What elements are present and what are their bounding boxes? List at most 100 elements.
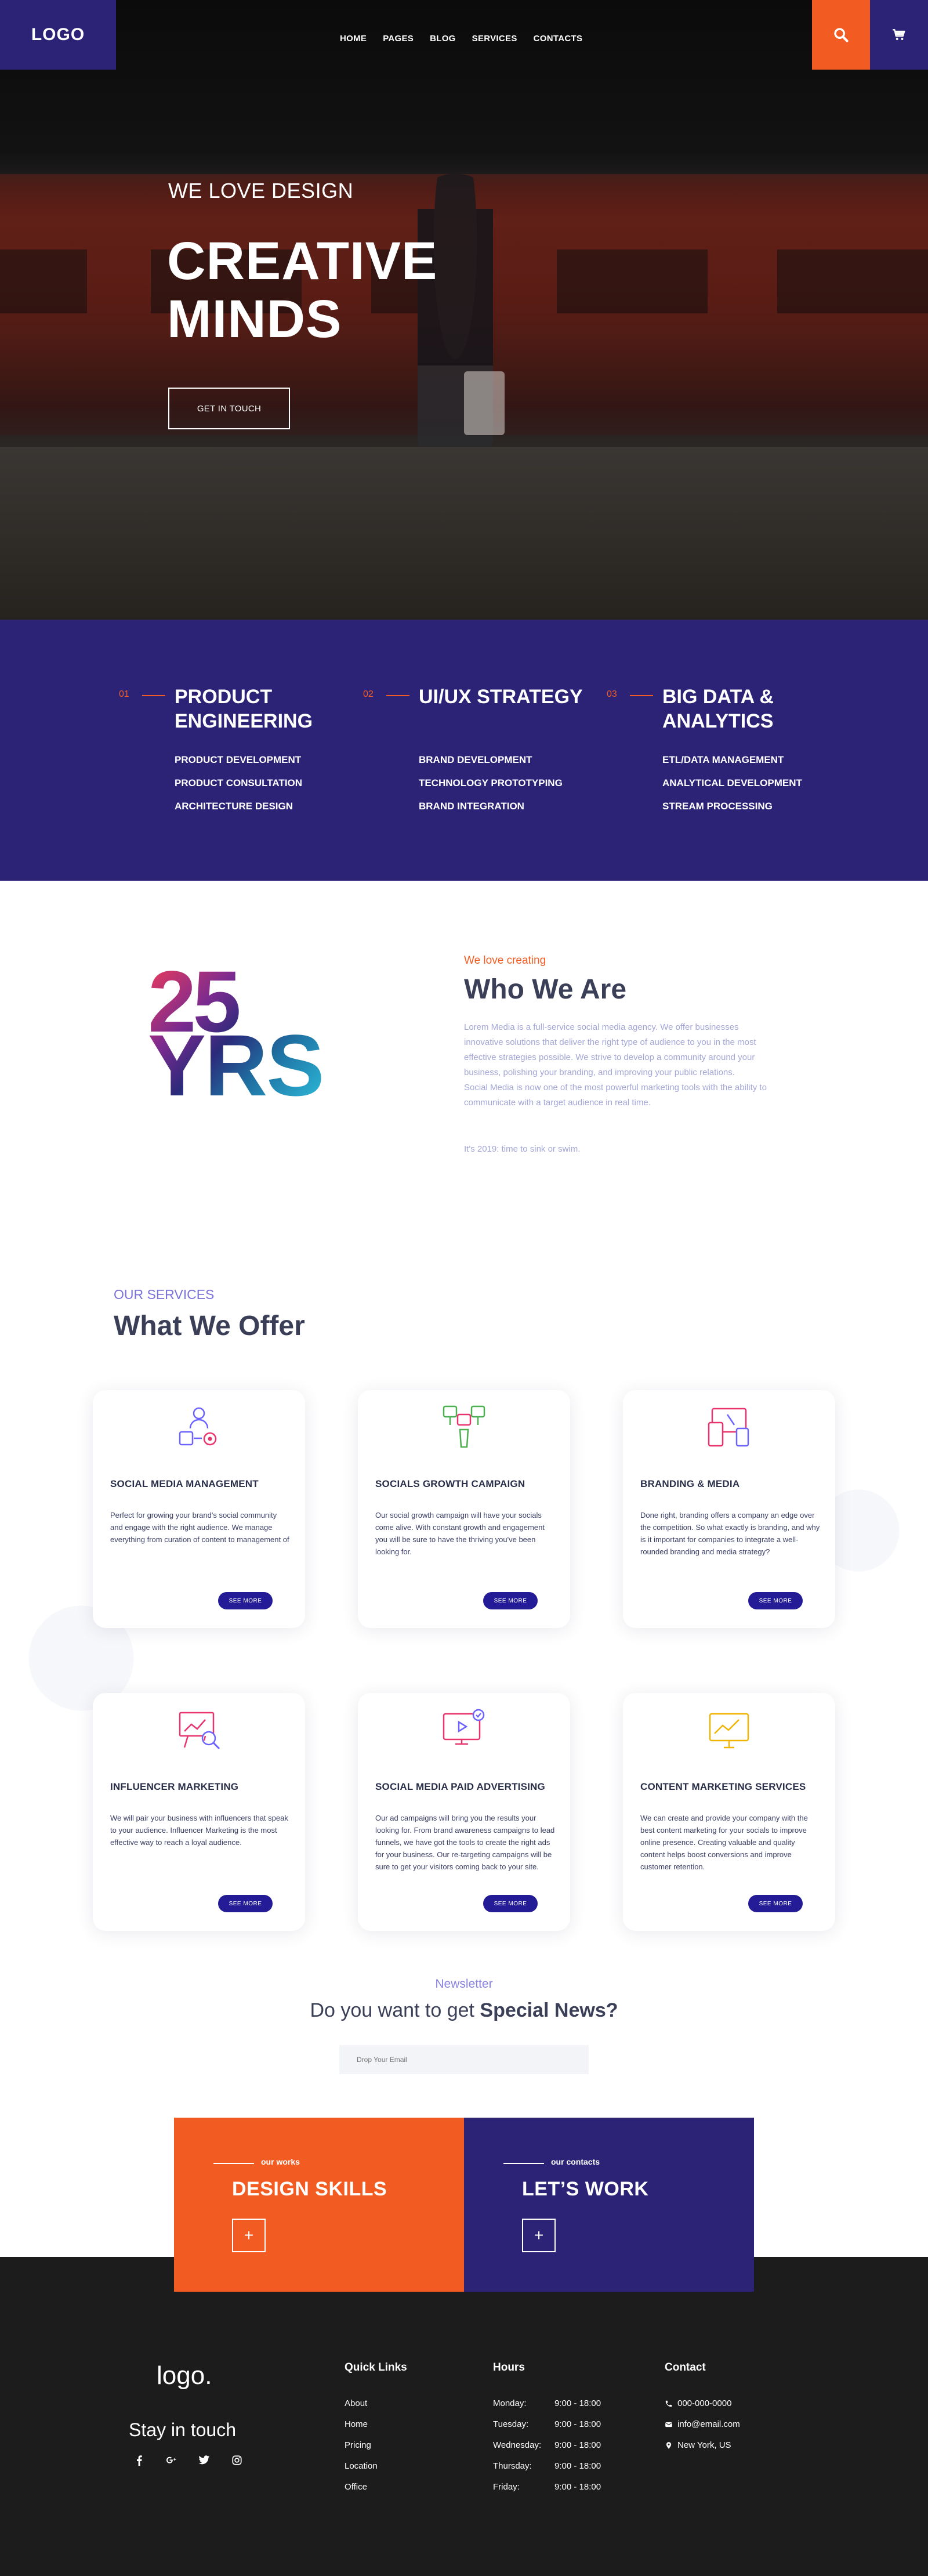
see-more-button[interactable]: SEE MORE: [483, 1592, 538, 1609]
service-card-influencer-marketing: INFLUENCER MARKETING We will pair your b…: [93, 1693, 305, 1931]
cta-lets-work[interactable]: our contacts LET’S WORK +: [464, 2118, 754, 2292]
hours-time: 9:00 - 18:00: [554, 2482, 601, 2492]
feature-list: PRODUCT DEVELOPMENT PRODUCT CONSULTATION…: [175, 748, 302, 818]
service-card-title: SOCIAL MEDIA MANAGEMENT: [110, 1478, 259, 1489]
hours-day: Thursday:: [493, 2461, 532, 2471]
contact-list: 000-000-0000 info@email.com New York, US: [665, 2393, 740, 2456]
services-eyebrow: OUR SERVICES: [114, 1287, 215, 1302]
hours-row: Tuesday: 9:00 - 18:00: [493, 2414, 601, 2435]
contact-email[interactable]: info@email.com: [677, 2414, 740, 2435]
quick-link-item: Home: [345, 2414, 378, 2435]
see-more-button[interactable]: SEE MORE: [748, 1592, 803, 1609]
feature-number: 01: [119, 689, 129, 699]
site-header: LOGO HOME PAGES BLOG SERVICES CONTACTS: [0, 0, 928, 70]
instagram-icon[interactable]: [230, 2455, 244, 2469]
hero-train-window: [777, 249, 928, 313]
nav-blog[interactable]: BLOG: [430, 34, 456, 44]
cta-label: our works: [261, 2157, 300, 2166]
cta-label: our contacts: [551, 2157, 600, 2166]
quick-link-item: Location: [345, 2456, 378, 2477]
about-paragraph: Social Media is now one of the most powe…: [464, 1083, 767, 1108]
contact-phone[interactable]: 000-000-0000: [677, 2393, 731, 2414]
quick-link-location[interactable]: Location: [345, 2461, 378, 2471]
feature-item[interactable]: BRAND INTEGRATION: [419, 795, 563, 818]
get-in-touch-button[interactable]: GET IN TOUCH: [168, 388, 290, 429]
service-card-social-media-management: SOCIAL MEDIA MANAGEMENT Perfect for grow…: [93, 1390, 305, 1628]
cta-divider: [503, 2163, 544, 2164]
stay-in-touch-heading: Stay in touch: [129, 2419, 236, 2440]
feature-item[interactable]: PRODUCT DEVELOPMENT: [175, 748, 302, 772]
quick-link-item: Office: [345, 2477, 378, 2498]
service-card-branding-media: BRANDING & MEDIA Done right, branding of…: [623, 1390, 835, 1628]
nav-services[interactable]: SERVICES: [472, 34, 517, 44]
social-management-icon: [179, 1407, 217, 1446]
hero-tagline: WE LOVE DESIGN: [168, 179, 354, 202]
feature-title: BIG DATA & ANALYTICS: [662, 686, 774, 732]
newsletter-email-input[interactable]: [339, 2045, 589, 2074]
feature-list: BRAND DEVELOPMENT TECHNOLOGY PROTOTYPING…: [419, 748, 563, 818]
feature-item[interactable]: PRODUCT CONSULTATION: [175, 772, 302, 795]
logo-block[interactable]: LOGO: [0, 0, 116, 70]
feature-item[interactable]: ANALYTICAL DEVELOPMENT: [662, 772, 802, 795]
nav-pages[interactable]: PAGES: [383, 34, 414, 44]
hero-title: CREATIVE MINDS: [167, 232, 437, 348]
social-links: [132, 2455, 244, 2469]
newsletter-title-prefix: Do you want to get: [310, 1999, 480, 2021]
footer-logo[interactable]: logo.: [157, 2361, 212, 2390]
contact-phone-row: 000-000-0000: [665, 2393, 740, 2414]
see-more-button[interactable]: SEE MORE: [218, 1592, 273, 1609]
phone-icon: [665, 2400, 672, 2407]
hours-day: Tuesday:: [493, 2419, 529, 2429]
hours-day: Wednesday:: [493, 2440, 542, 2450]
about-tagline: It's 2019: time to sink or swim.: [464, 1144, 581, 1154]
feature-item[interactable]: TECHNOLOGY PROTOTYPING: [419, 772, 563, 795]
hero-title-line1: CREATIVE: [167, 231, 438, 291]
feature-item[interactable]: ETL/DATA MANAGEMENT: [662, 748, 802, 772]
years-label: YRS: [148, 1016, 324, 1114]
cart-button[interactable]: [870, 0, 928, 70]
google-icon[interactable]: [165, 2455, 179, 2469]
service-card-text: We will pair your business with influenc…: [110, 1814, 288, 1847]
nav-contacts[interactable]: CONTACTS: [534, 34, 583, 44]
quick-links-list: About Home Pricing Location Office: [345, 2393, 378, 2498]
feature-item[interactable]: ARCHITECTURE DESIGN: [175, 795, 302, 818]
quick-link-item: About: [345, 2393, 378, 2414]
feature-title: UI/UX STRATEGY: [419, 686, 583, 708]
feature-title: PRODUCT ENGINEERING: [175, 686, 313, 732]
search-icon: [834, 28, 849, 42]
quick-link-about[interactable]: About: [345, 2398, 367, 2408]
plus-icon[interactable]: +: [522, 2219, 556, 2252]
quick-link-office[interactable]: Office: [345, 2482, 367, 2492]
influencer-presentation-icon: [179, 1712, 220, 1750]
hours-time: 9:00 - 18:00: [554, 2440, 601, 2450]
twitter-icon[interactable]: [197, 2455, 211, 2469]
nav-home[interactable]: HOME: [340, 34, 367, 44]
search-button[interactable]: [812, 0, 870, 70]
content-chart-icon: [709, 1713, 749, 1749]
contact-email-row: info@email.com: [665, 2414, 740, 2435]
see-more-button[interactable]: SEE MORE: [483, 1895, 538, 1912]
hero-train-window: [557, 249, 708, 313]
see-more-button[interactable]: SEE MORE: [748, 1895, 803, 1912]
site-footer: logo. Stay in touch Quick Links About Ho…: [0, 2257, 928, 2576]
service-card-text: Perfect for growing your brand's social …: [110, 1511, 289, 1544]
hero-title-line2: MINDS: [167, 290, 342, 349]
plus-icon[interactable]: +: [232, 2219, 266, 2252]
service-card-text: Done right, branding offers a company an…: [640, 1511, 820, 1556]
newsletter-eyebrow: Newsletter: [435, 1977, 493, 1991]
quick-link-pricing[interactable]: Pricing: [345, 2440, 371, 2450]
service-card-title: SOCIALS GROWTH CAMPAIGN: [375, 1478, 525, 1489]
facebook-icon[interactable]: [132, 2455, 146, 2469]
service-card-text: Our ad campaigns will bring you the resu…: [375, 1814, 555, 1871]
quick-link-item: Pricing: [345, 2435, 378, 2456]
feature-item[interactable]: BRAND DEVELOPMENT: [419, 748, 563, 772]
feature-list: ETL/DATA MANAGEMENT ANALYTICAL DEVELOPME…: [662, 748, 802, 818]
feature-divider: [142, 695, 165, 696]
about-section: 25 YRS We love creating Who We Are Lorem…: [0, 881, 928, 1206]
quick-link-home[interactable]: Home: [345, 2419, 368, 2429]
feature-divider: [386, 695, 409, 696]
feature-item[interactable]: STREAM PROCESSING: [662, 795, 802, 818]
see-more-button[interactable]: SEE MORE: [218, 1895, 273, 1912]
cta-divider: [213, 2163, 254, 2164]
cta-design-skills[interactable]: our works DESIGN SKILLS +: [174, 2118, 464, 2292]
